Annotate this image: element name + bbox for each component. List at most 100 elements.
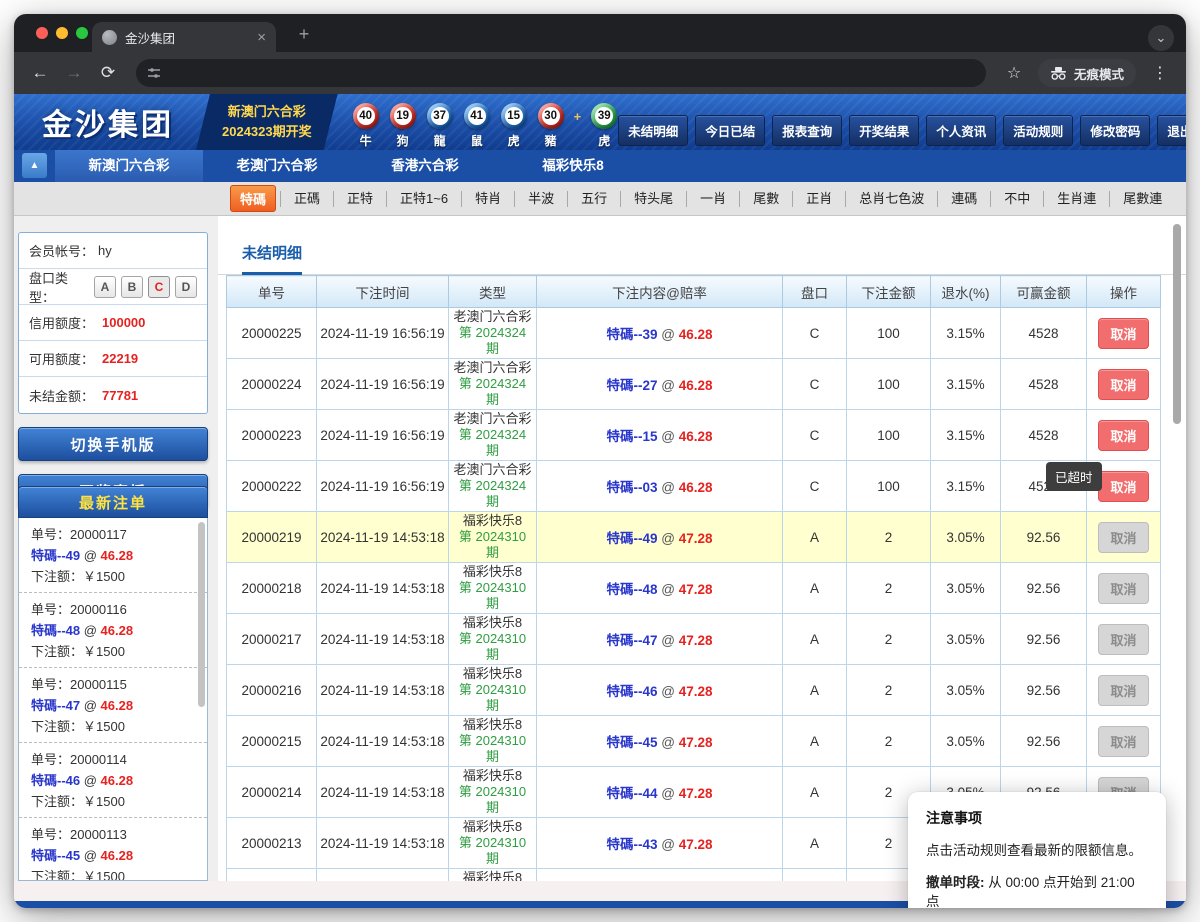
- game-period: 第 2024310 期: [451, 529, 534, 561]
- at-sign: @: [658, 786, 679, 801]
- ball-number: 30: [542, 107, 560, 125]
- market-type-button[interactable]: A: [94, 276, 116, 298]
- bet-odds: 47.28: [679, 735, 713, 750]
- lottery-tab[interactable]: 老澳门六合彩: [203, 150, 351, 182]
- cell-bet-time: 2024-11-19 14:53:18: [317, 563, 449, 614]
- subnav-item[interactable]: 特碼: [230, 185, 276, 212]
- cell-bet-content: 特碼--15 @ 46.28: [537, 410, 783, 461]
- switch-mobile-button[interactable]: 切换手机版: [18, 427, 208, 461]
- page-scrollbar-thumb[interactable]: [1173, 224, 1181, 424]
- game-period: 第 2024310 期: [451, 682, 534, 714]
- username-label: 会员帐号：: [29, 241, 94, 260]
- game-name: 福彩快乐8: [451, 666, 534, 682]
- subnav-item[interactable]: 特头尾: [620, 191, 686, 207]
- subnav-item[interactable]: 一肖: [686, 191, 739, 207]
- cell-bet-content: 特碼--42 @ 47.28: [537, 869, 783, 882]
- bet-no-line: 单号：20000117: [31, 524, 195, 545]
- collapse-arrow-button[interactable]: ▲: [22, 153, 47, 178]
- cell-win-amount: 4528: [1001, 410, 1087, 461]
- cell-action: 取消: [1087, 359, 1161, 410]
- lottery-tab[interactable]: 福彩快乐8: [499, 150, 647, 182]
- ball-15: 15: [501, 103, 527, 129]
- market-type-button[interactable]: C: [148, 276, 170, 298]
- tab-search-chevron-icon[interactable]: ⌄: [1148, 25, 1174, 51]
- site-settings-icon[interactable]: [146, 65, 162, 81]
- cancel-button[interactable]: 取消: [1098, 318, 1148, 349]
- top-nav-button[interactable]: 修改密码: [1080, 115, 1150, 146]
- subnav-item[interactable]: 正肖: [792, 191, 845, 207]
- lottery-tab[interactable]: 新澳门六合彩: [55, 150, 203, 182]
- game-name: 福彩快乐8: [451, 819, 534, 835]
- at-sign: @: [658, 582, 679, 597]
- reload-icon[interactable]: ⟳: [94, 59, 122, 87]
- bet-code: 特碼--49: [31, 548, 80, 563]
- notice-line-2: 撤单时段: 从 00:00 点开始到 21:00 点: [926, 873, 1148, 908]
- game-period: 第 2024310 期: [451, 733, 534, 765]
- cell-action: 取消: [1087, 410, 1161, 461]
- subnav-item[interactable]: 特肖: [461, 191, 514, 207]
- new-tab-button[interactable]: +: [292, 22, 316, 46]
- at-sign: @: [658, 684, 679, 699]
- subnav-item[interactable]: 尾數連: [1109, 191, 1175, 207]
- subnav-item[interactable]: 五行: [567, 191, 620, 207]
- game-name: 福彩快乐8: [451, 717, 534, 733]
- unsettled-value: 77781: [102, 388, 138, 403]
- subnav-item[interactable]: 尾數: [739, 191, 792, 207]
- subnav-item[interactable]: 不中: [990, 191, 1043, 207]
- cancel-button[interactable]: 取消: [1098, 420, 1148, 451]
- cell-amount: 100: [847, 461, 931, 512]
- market-type-button[interactable]: D: [175, 276, 197, 298]
- bookmark-star-icon[interactable]: ☆: [1000, 59, 1028, 87]
- ball-30: 30: [538, 103, 564, 129]
- ball-zodiac-label: 狗: [397, 132, 409, 149]
- top-nav-button[interactable]: 未结明细: [618, 115, 688, 146]
- subnav-item[interactable]: 正特1~6: [386, 191, 461, 207]
- main-title-bar: 未结明细: [218, 216, 1186, 275]
- bet-odds: 47.28: [679, 684, 713, 699]
- top-nav-button[interactable]: 开奖结果: [849, 115, 919, 146]
- zoom-window-button[interactable]: [76, 27, 88, 39]
- subnav-item[interactable]: 正碼: [280, 191, 333, 207]
- top-nav-button[interactable]: 个人资讯: [926, 115, 996, 146]
- cell-market: A: [783, 818, 847, 869]
- cancel-button[interactable]: 取消: [1098, 471, 1148, 502]
- game-period: 第 2024324 期: [451, 478, 534, 510]
- minimize-window-button[interactable]: [56, 27, 68, 39]
- account-type-row: 盘口类型： ABCD: [19, 269, 207, 305]
- top-nav-button[interactable]: 退出系统: [1157, 115, 1186, 146]
- ball-number: 41: [468, 107, 486, 125]
- browser-menu-icon[interactable]: ⋮: [1146, 59, 1174, 87]
- cell-game-type: 福彩快乐8第 2024310 期: [449, 869, 537, 882]
- column-header: 下注内容@赔率: [537, 276, 783, 308]
- back-icon[interactable]: ←: [26, 59, 54, 87]
- sidebar-scrollbar-thumb[interactable]: [198, 522, 205, 707]
- subnav-item[interactable]: 生肖連: [1043, 191, 1109, 207]
- cell-bet-content: 特碼--39 @ 46.28: [537, 308, 783, 359]
- subnav-item[interactable]: 連碼: [937, 191, 990, 207]
- top-nav-button[interactable]: 今日已结: [695, 115, 765, 146]
- bet-no-line: 单号：20000113: [31, 824, 195, 845]
- ball-zodiac-label: 龍: [434, 132, 446, 149]
- cell-bet-time: 2024-11-19 14:53:18: [317, 869, 449, 882]
- bet-code: 特碼--15: [606, 429, 657, 444]
- bet-amount-line: 下注额：￥1500: [31, 641, 195, 662]
- tab-close-icon[interactable]: ×: [257, 29, 266, 46]
- subnav-item[interactable]: 正特: [333, 191, 386, 207]
- top-nav-button[interactable]: 报表查询: [772, 115, 842, 146]
- cell-win-amount: 4528: [1001, 359, 1087, 410]
- cancel-button[interactable]: 取消: [1098, 369, 1148, 400]
- ball-zodiac-label: 豬: [545, 132, 557, 149]
- market-type-button[interactable]: B: [121, 276, 143, 298]
- bet-code: 特碼--47: [31, 698, 80, 713]
- lottery-tab[interactable]: 香港六合彩: [351, 150, 499, 182]
- site-favicon-icon: [102, 30, 117, 45]
- address-bar[interactable]: [136, 59, 986, 87]
- close-window-button[interactable]: [36, 27, 48, 39]
- browser-tab[interactable]: 金沙集团 ×: [92, 22, 276, 52]
- cell-bet-time: 2024-11-19 14:53:18: [317, 767, 449, 818]
- cancel-button: 取消: [1098, 522, 1148, 553]
- subnav-item[interactable]: 总肖七色波: [845, 191, 937, 207]
- top-nav-button[interactable]: 活动规则: [1003, 115, 1073, 146]
- subnav-item[interactable]: 半波: [514, 191, 567, 207]
- game-period: 第 2024324 期: [451, 325, 534, 357]
